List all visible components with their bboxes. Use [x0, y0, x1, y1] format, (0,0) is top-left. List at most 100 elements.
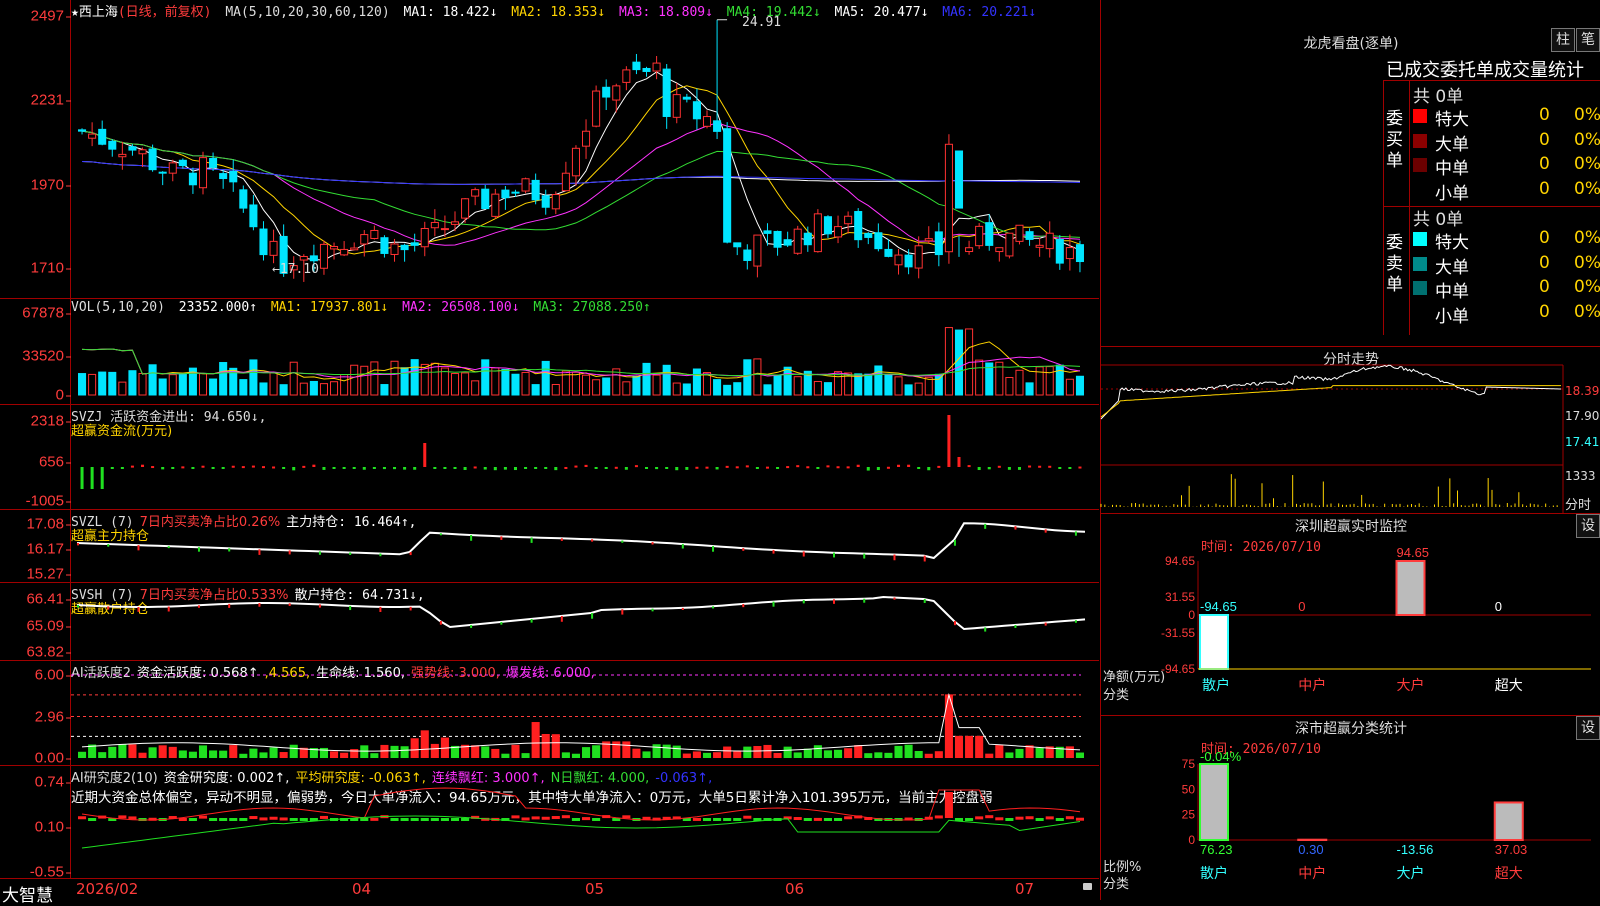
- intraday-unit: 分时: [1565, 494, 1591, 513]
- svzl-y-axis: 17.08 16.17 15.27: [0, 510, 71, 582]
- svzl-chart[interactable]: [71, 510, 1099, 582]
- dragon-pct: 0%: [1574, 277, 1600, 297]
- dragon-name: 特大: [1435, 228, 1469, 253]
- candle-body: [724, 129, 731, 242]
- svsh-panel[interactable]: 66.41 65.09 63.82 SVSH (7)7日内买卖净占比0.533%…: [0, 583, 1099, 661]
- indicator-tick: [652, 609, 654, 612]
- app-logo[interactable]: 大智慧: [2, 881, 53, 906]
- dragon-pct: 0%: [1574, 253, 1600, 273]
- activity-bar: [290, 745, 298, 758]
- volume-bar: [784, 367, 791, 395]
- candle-body: [260, 229, 267, 255]
- svsh-chart[interactable]: [71, 583, 1099, 660]
- bar-mode-button[interactable]: 柱: [1551, 28, 1575, 52]
- candle-body: [472, 190, 479, 196]
- ai-activity-chart[interactable]: [71, 661, 1099, 765]
- volume-bar: [583, 375, 590, 395]
- volume-bar: [955, 330, 962, 395]
- ai-research-chart[interactable]: [71, 766, 1099, 878]
- dragon-name: 中单: [1435, 154, 1469, 179]
- candle-body: [986, 223, 993, 246]
- indicator-tick: [773, 550, 775, 554]
- activity-bar: [975, 736, 983, 758]
- activity-bar: [703, 753, 711, 758]
- indicator-tick: [1075, 531, 1077, 535]
- svzj-bar: [312, 465, 315, 467]
- candle-body: [855, 212, 862, 240]
- svzj-panel[interactable]: 2318 656 -1005 SVZJ 活跃资金进出: 94.650↓, 超赢资…: [0, 405, 1099, 510]
- volume-panel[interactable]: 67878 33520 0 VOL(5,10,20) 23352.000↑ MA…: [0, 299, 1099, 405]
- candle-body: [341, 249, 348, 254]
- research-bar: [622, 815, 630, 818]
- activity-bar: [1015, 749, 1023, 758]
- indicator-tick: [258, 549, 260, 555]
- volume-bar: [824, 383, 831, 395]
- svzj-bar: [91, 467, 94, 489]
- svzj-bar: [736, 466, 739, 468]
- y-tick: 63.82: [26, 644, 64, 661]
- candle-body: [683, 97, 690, 99]
- research-bar: [320, 816, 328, 819]
- research-bar: [1036, 818, 1044, 821]
- ai-research-panel[interactable]: 0.74 0.10 -0.55 AI研究度2(10)资金研究度: 0.002↑,…: [0, 766, 1099, 878]
- legend-swatch: [1413, 158, 1427, 172]
- candle-body: [996, 248, 1003, 252]
- ai-activity-panel[interactable]: 6.00 2.96 0.00 AI活跃度2资金活跃度: 0.568↑,4.565…: [0, 661, 1099, 766]
- y-tick: 1710: [31, 260, 64, 277]
- volume-chart[interactable]: [71, 299, 1099, 404]
- legend-swatch: [1413, 232, 1427, 246]
- svzj-bar: [433, 467, 436, 469]
- volume-bar: [693, 369, 700, 395]
- kline-panel[interactable]: 2497 2231 1970 1710 ★西上海(日线，前复权) MA(5,10…: [0, 0, 1099, 299]
- intraday-chart[interactable]: [1101, 347, 1600, 513]
- candle-body: [865, 234, 872, 238]
- svzj-bar: [393, 467, 396, 469]
- intraday-ytick: 17.90: [1565, 409, 1599, 423]
- activity-bar: [985, 754, 993, 758]
- indicator-tick: [137, 545, 139, 550]
- monitor-bar-chart[interactable]: 94.6531.550-31.55-94.65散户中户大户超大-94.65009…: [1101, 514, 1600, 715]
- svzj-bar: [705, 467, 708, 469]
- volume-bar: [462, 373, 469, 395]
- lock-icon[interactable]: [1083, 883, 1092, 890]
- activity-bar: [592, 745, 600, 758]
- volume-bar: [99, 372, 106, 395]
- dragon-name: 小单: [1435, 302, 1469, 327]
- candlestick-chart[interactable]: [71, 0, 1099, 298]
- svzj-bar: [282, 467, 285, 469]
- candle-body: [835, 227, 842, 237]
- indicator-tick: [833, 599, 835, 603]
- indicator-tick: [379, 554, 381, 557]
- candle-body: [270, 241, 277, 255]
- svzj-bar: [81, 467, 84, 489]
- monitor-category: 超大: [1495, 678, 1523, 694]
- volume-bar: [341, 375, 348, 395]
- indicator-line: [77, 597, 1085, 629]
- intraday-panel[interactable]: 分时走势 18.39 17.90 17.41 1333 分时: [1100, 347, 1600, 514]
- volume-bar: [472, 381, 479, 395]
- svzl-panel[interactable]: 17.08 16.17 15.27 SVZL (7)7日内买卖净占比0.26%主…: [0, 510, 1099, 583]
- candle-body: [542, 196, 549, 207]
- dragon-table: 委买单 委卖单 共 0单 共 0单 特大00%大单00%中单00%小单00%特大…: [1383, 80, 1600, 335]
- candle-body: [401, 245, 408, 249]
- candle-body: [89, 134, 96, 138]
- candle-body: [1036, 245, 1043, 247]
- activity-bar: [199, 745, 207, 758]
- svzj-bar: [766, 467, 769, 469]
- volume-bar: [643, 363, 650, 395]
- activity-bar: [915, 751, 923, 758]
- candle-body: [572, 148, 579, 176]
- activity-bar: [622, 741, 630, 758]
- volume-bar: [774, 375, 781, 395]
- svzj-chart[interactable]: [71, 405, 1099, 509]
- candle-body: [1046, 233, 1053, 248]
- svzj-bar: [111, 467, 114, 469]
- volume-bar: [1056, 365, 1063, 395]
- classify-bar-chart[interactable]: 755025076.23散户0.30中户-13.56大户37.03超大-0.04…: [1101, 716, 1600, 900]
- dragon-name: 中单: [1435, 277, 1469, 302]
- tick-mode-button[interactable]: 笔: [1576, 28, 1600, 52]
- candle-body: [1056, 239, 1063, 263]
- volume-bar: [794, 377, 801, 395]
- indicator-tick: [1045, 623, 1047, 626]
- candle-body: [240, 190, 247, 208]
